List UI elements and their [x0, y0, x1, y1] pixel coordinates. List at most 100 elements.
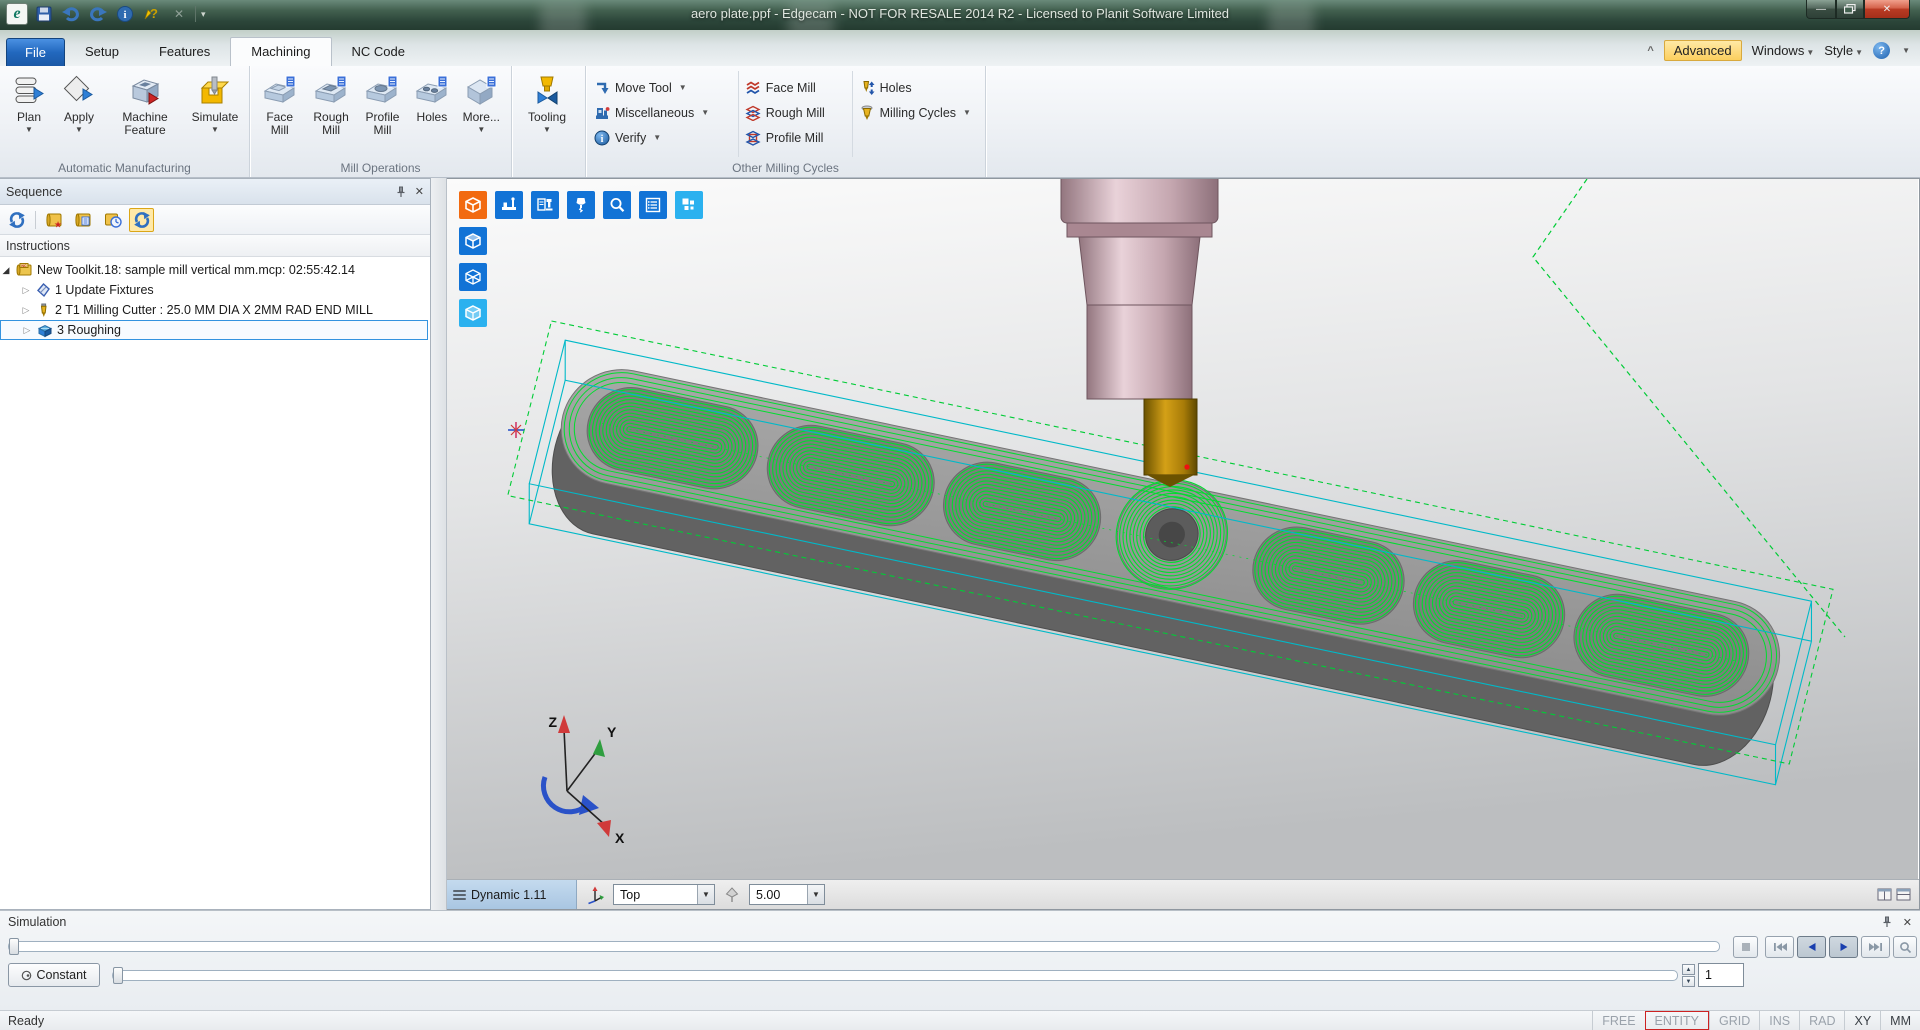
fixtures-display-icon[interactable]: [495, 191, 523, 219]
viewport-window-icons: [1877, 888, 1919, 901]
help-dropdown-icon[interactable]: ▼: [1902, 46, 1910, 55]
advanced-mode-toggle[interactable]: Advanced: [1664, 40, 1742, 61]
tool-display-icon[interactable]: [567, 191, 595, 219]
feature-list-icon[interactable]: [639, 191, 667, 219]
select-dropdown-icon[interactable]: ▼: [807, 885, 824, 904]
plan-button[interactable]: Plan ▼: [4, 69, 54, 134]
style-menu[interactable]: Style▼: [1824, 43, 1863, 58]
verify-dropdown-icon[interactable]: ▼: [653, 133, 661, 142]
status-ins[interactable]: INS: [1759, 1011, 1799, 1030]
translucent-view-icon[interactable]: [459, 299, 487, 327]
close-panel-icon[interactable]: ✕: [1903, 916, 1912, 929]
view-menu-icon[interactable]: [453, 890, 466, 900]
view-orientation-select[interactable]: Top ▼: [613, 884, 715, 905]
depth-select[interactable]: 5.00 ▼: [749, 884, 825, 905]
tree-item-roughing[interactable]: ▷ 3 Roughing: [0, 320, 428, 340]
status-entity[interactable]: ENTITY: [1645, 1011, 1709, 1030]
play-button[interactable]: [1829, 936, 1858, 958]
profile-mill-button[interactable]: Profile Mill: [357, 69, 408, 137]
status-mm[interactable]: MM: [1880, 1011, 1920, 1030]
wireframe-view-icon[interactable]: [459, 263, 487, 291]
tab-nc-code[interactable]: NC Code: [332, 38, 425, 66]
machine-display-icon[interactable]: [531, 191, 559, 219]
expander-closed-icon[interactable]: ▷: [20, 305, 32, 316]
auto-update-button[interactable]: [129, 208, 154, 232]
simulate-dropdown-icon[interactable]: ▼: [211, 125, 219, 134]
regenerate-button[interactable]: [4, 208, 29, 232]
solid-view-icon[interactable]: [459, 227, 487, 255]
window-layout-icon[interactable]: [675, 191, 703, 219]
skip-to-start-button[interactable]: [1765, 936, 1794, 958]
tab-file[interactable]: File: [6, 38, 65, 66]
rough-mill-button[interactable]: Rough Mill: [305, 69, 356, 137]
constant-speed-button[interactable]: Constant: [8, 963, 100, 987]
tab-setup[interactable]: Setup: [65, 38, 139, 66]
rough-mill-cycle-button[interactable]: Rough Mill: [741, 100, 850, 125]
expander-closed-icon[interactable]: ▷: [20, 285, 32, 296]
tree-root-row[interactable]: ◢ NC New Toolkit.18: sample mill vertica…: [0, 260, 430, 280]
stock-display-icon[interactable]: [459, 191, 487, 219]
spinner-down-icon[interactable]: ▼: [1682, 976, 1695, 987]
status-free[interactable]: FREE: [1592, 1011, 1644, 1030]
select-dropdown-icon[interactable]: ▼: [697, 885, 714, 904]
profile-mill-cycle-button[interactable]: Profile Mill: [741, 125, 850, 150]
expander-closed-icon[interactable]: ▷: [21, 325, 33, 336]
milling-cycles-button[interactable]: Milling Cycles ▼: [855, 100, 981, 125]
zoom-icon[interactable]: [603, 191, 631, 219]
miscellaneous-button[interactable]: Miscellaneous ▼: [590, 100, 736, 125]
tab-features[interactable]: Features: [139, 38, 230, 66]
pin-icon[interactable]: [395, 186, 407, 198]
close-panel-icon[interactable]: ✕: [415, 185, 424, 198]
tab-machining[interactable]: Machining: [230, 37, 331, 67]
collapse-ribbon-icon[interactable]: ^: [1647, 45, 1653, 57]
face-mill-cycle-button[interactable]: Face Mill: [741, 75, 850, 100]
skip-to-end-button[interactable]: [1861, 936, 1890, 958]
graphics-viewport[interactable]: Z Y X: [447, 178, 1920, 910]
tooling-button[interactable]: Tooling ▼: [516, 69, 578, 134]
apply-dropdown-icon[interactable]: ▼: [75, 125, 83, 134]
step-value-field[interactable]: 1: [1698, 963, 1744, 987]
move-tool-dropdown-icon[interactable]: ▼: [679, 83, 687, 92]
more-operations-button[interactable]: More... ▼: [456, 69, 507, 134]
pin-icon[interactable]: [1881, 916, 1893, 928]
status-rad[interactable]: RAD: [1799, 1011, 1844, 1030]
panel-splitter[interactable]: [431, 178, 447, 910]
stop-button[interactable]: [1733, 936, 1758, 958]
holes-button[interactable]: Holes: [408, 69, 455, 124]
restore-button[interactable]: [1836, 0, 1864, 19]
split-vertical-icon[interactable]: [1877, 888, 1892, 901]
status-xy[interactable]: XY: [1844, 1011, 1880, 1030]
tooling-dropdown-icon[interactable]: ▼: [543, 125, 551, 134]
face-mill-button[interactable]: Face Mill: [254, 69, 305, 137]
split-horizontal-icon[interactable]: [1896, 888, 1911, 901]
expander-open-icon[interactable]: ◢: [0, 265, 12, 276]
tree-item-milling-cutter[interactable]: ▷ 2 T1 Milling Cutter : 25.0 MM DIA X 2M…: [0, 300, 430, 320]
speed-handle[interactable]: [113, 967, 123, 984]
simulation-progress-track[interactable]: [8, 941, 1720, 952]
minimize-button[interactable]: —: [1806, 0, 1836, 19]
more-dropdown-icon[interactable]: ▼: [477, 125, 485, 134]
view-mode-chip[interactable]: Dynamic 1.11: [447, 880, 577, 909]
simulation-progress-handle[interactable]: [9, 938, 19, 955]
close-button[interactable]: ✕: [1864, 0, 1910, 19]
machine-feature-button[interactable]: Machine Feature: [104, 69, 186, 137]
verify-button[interactable]: i Verify ▼: [590, 125, 736, 150]
windows-menu[interactable]: Windows▼: [1752, 43, 1815, 58]
plan-dropdown-icon[interactable]: ▼: [25, 125, 33, 134]
spinner-up-icon[interactable]: ▲: [1682, 964, 1695, 975]
milling-cycles-dropdown-icon[interactable]: ▼: [963, 108, 971, 117]
tree-item-update-fixtures[interactable]: ▷ 1 Update Fixtures: [0, 280, 430, 300]
apply-button[interactable]: Apply ▼: [54, 69, 104, 134]
sequence-list-button[interactable]: [71, 208, 96, 232]
time-estimate-button[interactable]: [100, 208, 125, 232]
toolstore-button[interactable]: ★: [42, 208, 67, 232]
help-icon[interactable]: ?: [1873, 42, 1890, 59]
holes-cycle-button[interactable]: Holes: [855, 75, 981, 100]
speed-track[interactable]: [112, 970, 1678, 981]
simulate-button[interactable]: Simulate ▼: [186, 69, 244, 134]
miscellaneous-dropdown-icon[interactable]: ▼: [701, 108, 709, 117]
step-back-button[interactable]: [1797, 936, 1826, 958]
status-grid[interactable]: GRID: [1709, 1011, 1759, 1030]
analyze-button[interactable]: [1893, 936, 1917, 958]
move-tool-button[interactable]: Move Tool ▼: [590, 75, 736, 100]
